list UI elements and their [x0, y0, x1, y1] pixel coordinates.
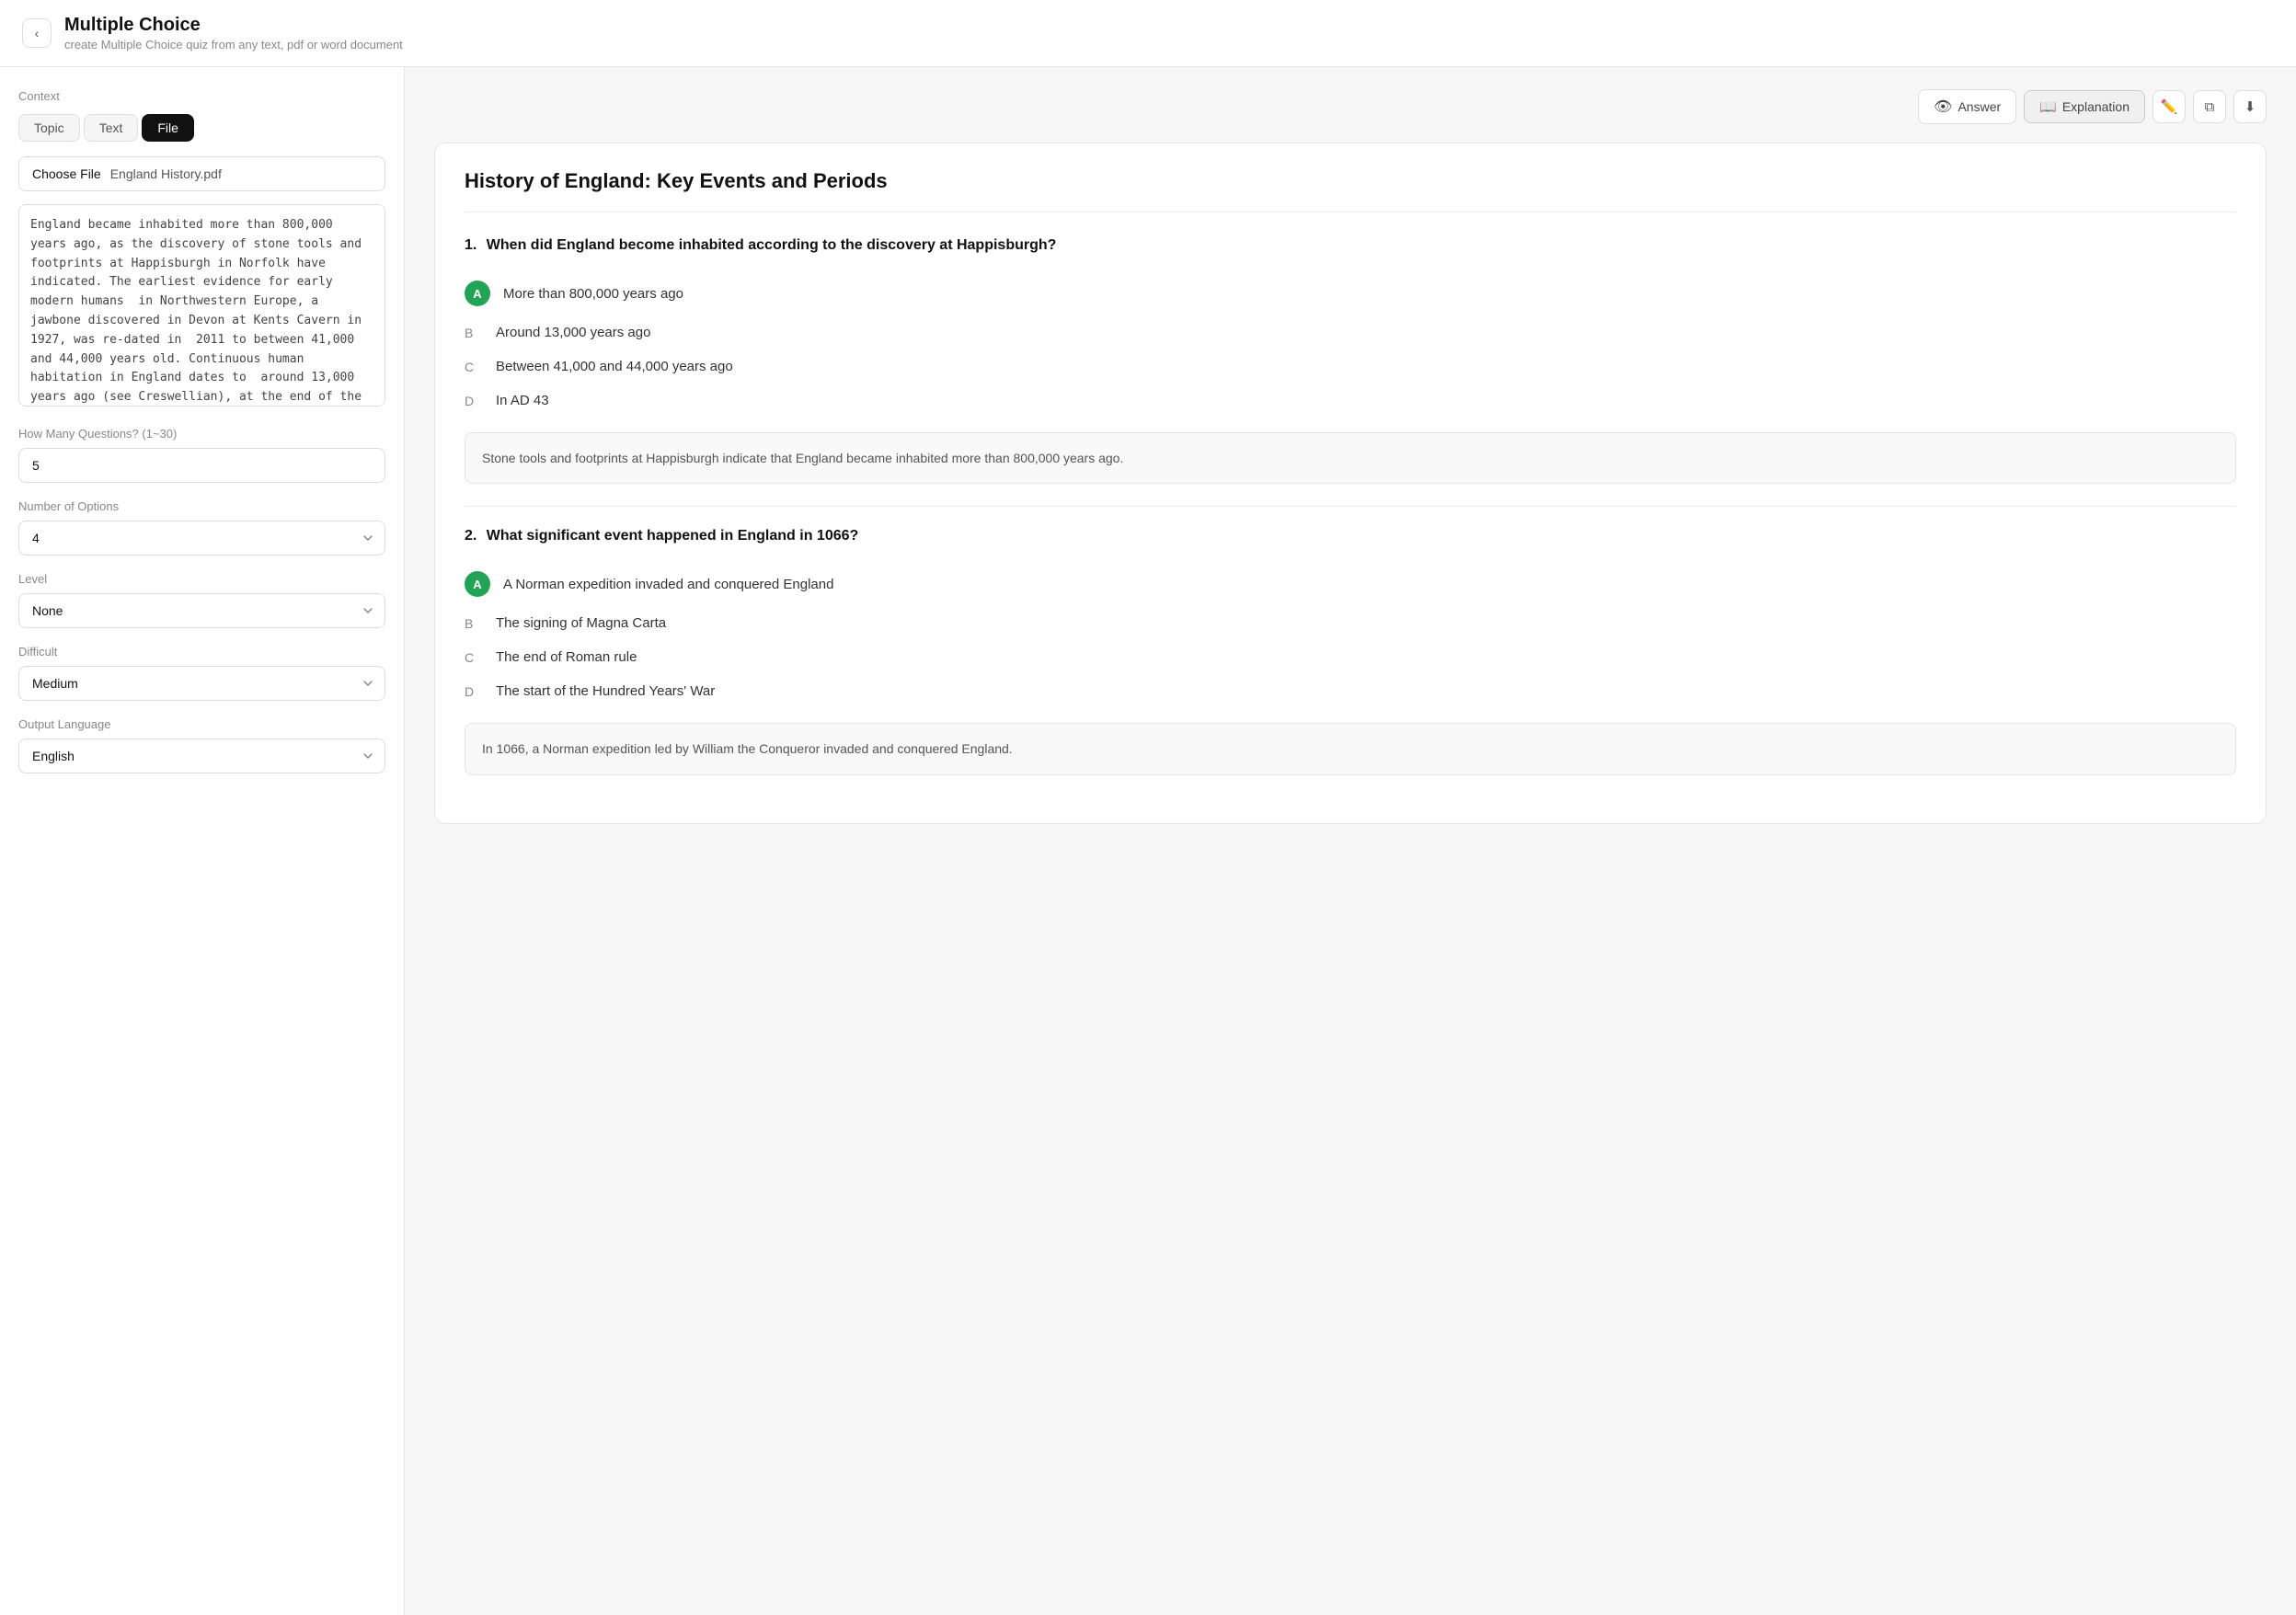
option-letter-1a: A — [465, 281, 490, 306]
option-text-2a: A Norman expedition invaded and conquere… — [503, 577, 833, 592]
option-text-2c: The end of Roman rule — [496, 649, 637, 665]
tab-topic[interactable]: Topic — [18, 114, 80, 142]
context-textarea[interactable]: England became inhabited more than 800,0… — [18, 204, 385, 407]
content-area: 👁 Answer 📖 Explanation ✏️ ⧉ ⬇ — [405, 67, 2296, 1615]
eye-icon: 👁 — [1934, 97, 1952, 116]
edit-icon: ✏️ — [2161, 98, 2178, 115]
output-language-select[interactable]: English Spanish French German — [18, 739, 385, 773]
download-button[interactable]: ⬇ — [2233, 90, 2267, 123]
option-letter-1d: D — [465, 394, 483, 408]
context-label: Context — [18, 89, 385, 103]
option-row-2d: D The start of the Hundred Years' War — [465, 674, 2236, 708]
back-button[interactable]: ‹ — [22, 18, 52, 48]
file-input-row: Choose File England History.pdf — [18, 156, 385, 191]
page-subtitle: create Multiple Choice quiz from any tex… — [64, 38, 403, 52]
explanation-button[interactable]: 📖 Explanation — [2024, 90, 2145, 123]
level-label: Level — [18, 572, 385, 586]
choose-file-button[interactable]: Choose File — [32, 166, 101, 181]
file-name-display: England History.pdf — [110, 166, 222, 181]
option-letter-2b: B — [465, 616, 483, 631]
tab-file[interactable]: File — [142, 114, 194, 142]
option-row-1a: A More than 800,000 years ago — [465, 271, 2236, 315]
option-text-1b: Around 13,000 years ago — [496, 325, 650, 340]
option-row-1d: D In AD 43 — [465, 384, 2236, 418]
option-text-1d: In AD 43 — [496, 393, 549, 408]
quiz-card: History of England: Key Events and Perio… — [434, 143, 2267, 824]
question-num-2: 2. — [465, 528, 476, 544]
quiz-toolbar: 👁 Answer 📖 Explanation ✏️ ⧉ ⬇ — [434, 89, 2267, 124]
tab-text[interactable]: Text — [84, 114, 139, 142]
answer-button[interactable]: 👁 Answer — [1918, 89, 2016, 124]
num-questions-input[interactable] — [18, 448, 385, 483]
question-block-2: 2. What significant event happened in En… — [465, 525, 2236, 774]
app-header: ‹ Multiple Choice create Multiple Choice… — [0, 0, 2296, 67]
option-row-2a: A A Norman expedition invaded and conque… — [465, 562, 2236, 606]
option-text-1c: Between 41,000 and 44,000 years ago — [496, 359, 733, 374]
question-block-1: 1. When did England become inhabited acc… — [465, 235, 2236, 484]
book-icon: 📖 — [2039, 98, 2057, 115]
option-text-2d: The start of the Hundred Years' War — [496, 683, 715, 699]
option-text-2b: The signing of Magna Carta — [496, 615, 666, 631]
sidebar: Context Topic Text File Choose File Engl… — [0, 67, 405, 1615]
difficult-select[interactable]: Medium Easy Hard — [18, 666, 385, 701]
num-questions-label: How Many Questions? (1~30) — [18, 427, 385, 441]
option-text-1a: More than 800,000 years ago — [503, 286, 683, 302]
option-letter-2a: A — [465, 571, 490, 597]
copy-button[interactable]: ⧉ — [2193, 90, 2226, 123]
option-letter-2c: C — [465, 650, 483, 665]
num-options-select[interactable]: 4 2 3 5 — [18, 521, 385, 556]
input-tab-group: Topic Text File — [18, 114, 385, 142]
num-options-label: Number of Options — [18, 499, 385, 513]
page-title: Multiple Choice — [64, 15, 403, 36]
question-text-1: 1. When did England become inhabited acc… — [465, 235, 2236, 257]
question-num-1: 1. — [465, 237, 476, 253]
level-select[interactable]: None Basic Intermediate Advanced — [18, 593, 385, 628]
explanation-2: In 1066, a Norman expedition led by Will… — [465, 723, 2236, 774]
option-letter-2d: D — [465, 684, 483, 699]
option-row-1c: C Between 41,000 and 44,000 years ago — [465, 349, 2236, 384]
quiz-title: History of England: Key Events and Perio… — [465, 169, 2236, 212]
option-letter-1c: C — [465, 360, 483, 374]
option-letter-1b: B — [465, 326, 483, 340]
option-row-2c: C The end of Roman rule — [465, 640, 2236, 674]
copy-icon: ⧉ — [2205, 99, 2215, 115]
option-row-1b: B Around 13,000 years ago — [465, 315, 2236, 349]
download-icon: ⬇ — [2244, 98, 2256, 115]
question-text-2: 2. What significant event happened in En… — [465, 525, 2236, 547]
option-row-2b: B The signing of Magna Carta — [465, 606, 2236, 640]
explanation-1: Stone tools and footprints at Happisburg… — [465, 432, 2236, 484]
output-language-label: Output Language — [18, 717, 385, 731]
edit-button[interactable]: ✏️ — [2152, 90, 2186, 123]
difficult-label: Difficult — [18, 645, 385, 659]
